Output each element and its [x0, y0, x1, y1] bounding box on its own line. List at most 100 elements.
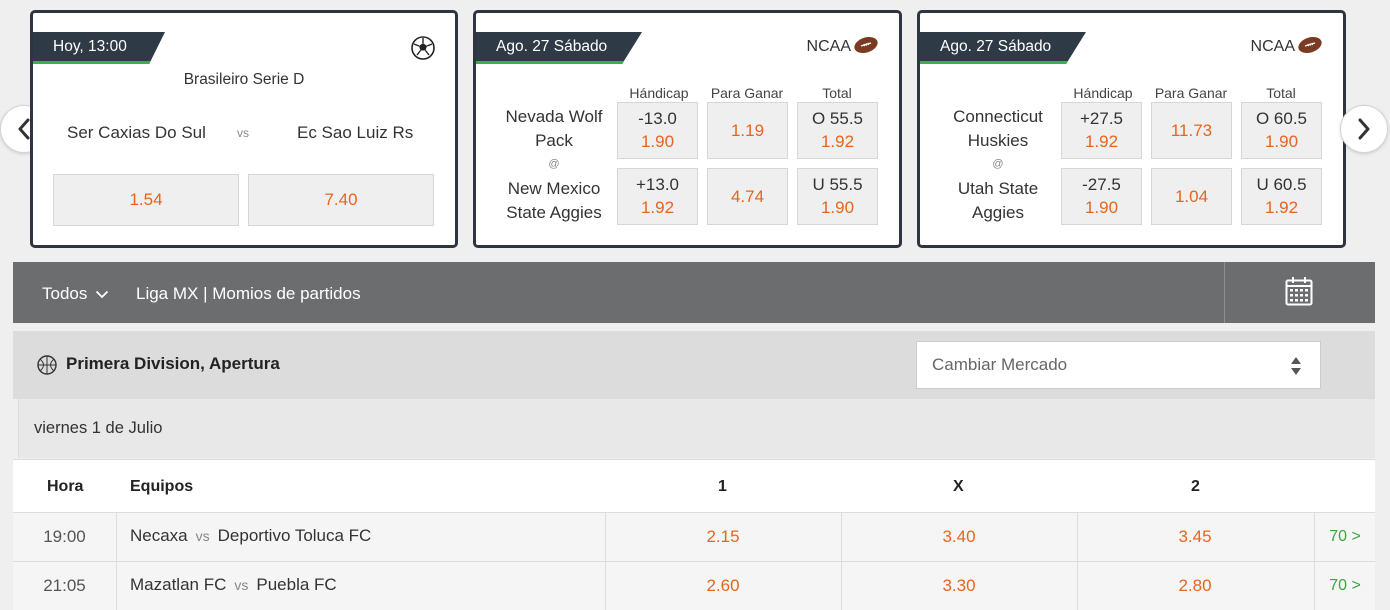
event-date-tag: Ago. 27 Sábado	[920, 32, 1086, 64]
team-1-name: Nevada Wolf Pack	[505, 107, 603, 150]
odd-draw-button[interactable]: 3.30	[841, 562, 1076, 610]
competition-header: Primera Division, Apertura Cambiar Merca…	[13, 331, 1375, 399]
american-football-icon	[1297, 36, 1323, 59]
total-over-odd[interactable]: O 60.5 1.90	[1241, 102, 1322, 159]
event-date-tag: Ago. 27 Sábado	[476, 32, 642, 64]
chevron-down-icon	[96, 290, 109, 298]
sort-arrows-icon	[1291, 357, 1301, 375]
odd-home-button[interactable]: 2.15	[605, 513, 840, 561]
handicap-line: +27.5	[1079, 108, 1123, 128]
featured-events-carousel: Hoy, 13:00 Brasileiro Serie D Ser Caxias…	[0, 0, 1390, 255]
odd-home-button[interactable]: 2.60	[605, 562, 840, 610]
col-header-para-ganar: Para Ganar	[710, 85, 784, 101]
chevron-right-icon	[1358, 118, 1370, 140]
header-x: X	[953, 478, 964, 495]
vs-label: vs	[234, 577, 249, 593]
divider	[1224, 262, 1225, 323]
team-2-name: New Mexico State Aggies	[506, 179, 602, 222]
at-label: @	[548, 158, 560, 170]
total-price: 1.92	[1264, 197, 1299, 217]
handicap-line: -27.5	[1082, 174, 1121, 194]
filter-bar: Todos Liga MX | Momios de partidos	[13, 262, 1375, 323]
vs-label: vs	[237, 126, 249, 140]
match-teams[interactable]: Mazatlan FC vs Puebla FC	[130, 575, 337, 595]
home-team: Mazatlan FC	[130, 575, 227, 594]
todos-dropdown[interactable]: Todos	[42, 284, 109, 304]
moneyline-odd-team-2[interactable]: 1.04	[1151, 168, 1232, 225]
more-markets-link[interactable]: 70 >	[1314, 562, 1375, 610]
col-header-total: Total	[822, 85, 852, 101]
carousel-next-button[interactable]	[1340, 105, 1388, 153]
moneyline-price: 1.19	[730, 120, 765, 140]
market-select-label: Cambiar Mercado	[932, 355, 1068, 374]
header-hora: Hora	[47, 478, 84, 495]
home-odd-button[interactable]: 1.54	[53, 174, 239, 226]
moneyline-odd-team-1[interactable]: 11.73	[1151, 102, 1232, 159]
handicap-odd-team-2[interactable]: -27.5 1.90	[1061, 168, 1142, 225]
odds-table-header: Hora Equipos 1 X 2	[13, 459, 1375, 513]
handicap-price: 1.90	[1084, 197, 1119, 217]
handicap-line: +13.0	[635, 174, 679, 194]
handicap-price: 1.92	[640, 197, 675, 217]
moneyline-odd-team-1[interactable]: 1.19	[707, 102, 788, 159]
todos-label: Todos	[42, 284, 88, 303]
team-2-name: Utah State Aggies	[957, 179, 1039, 222]
total-line: O 55.5	[811, 108, 864, 128]
calendar-button[interactable]	[1285, 276, 1313, 311]
more-markets-link[interactable]: 70 >	[1314, 513, 1375, 561]
handicap-odd-team-2[interactable]: +13.0 1.92	[617, 168, 698, 225]
match-date: viernes 1 de Julio	[34, 419, 163, 437]
league-name: NCAA	[806, 38, 851, 55]
page-title: Liga MX | Momios de partidos	[136, 284, 361, 303]
odd-draw-button[interactable]: 3.40	[841, 513, 1076, 561]
total-price: 1.90	[820, 197, 855, 217]
table-row: 21:05 Mazatlan FC vs Puebla FC 2.60 3.30 2…	[13, 561, 1375, 610]
total-over-odd[interactable]: O 55.5 1.92	[797, 102, 878, 159]
col-header-handicap: Hándicap	[629, 85, 689, 101]
handicap-line: -13.0	[638, 108, 677, 128]
home-team: Ser Caxias Do Sul	[67, 123, 206, 142]
odd-away-button[interactable]: 3.45	[1077, 513, 1312, 561]
home-team: Necaxa	[130, 526, 188, 545]
header-equipos: Equipos	[130, 478, 194, 495]
calendar-icon	[1285, 277, 1313, 306]
moneyline-price: 11.73	[1170, 120, 1213, 140]
total-price: 1.92	[820, 131, 855, 151]
league-name: Brasileiro Serie D	[183, 71, 305, 88]
chevron-left-icon	[18, 118, 30, 140]
moneyline-odd-team-2[interactable]: 4.74	[707, 168, 788, 225]
moneyline-price: 1.04	[1174, 186, 1209, 206]
total-line: O 60.5	[1255, 108, 1308, 128]
match-teams[interactable]: Necaxa vs Deportivo Toluca FC	[130, 526, 371, 546]
market-select[interactable]: Cambiar Mercado	[916, 341, 1321, 389]
event-date-tag: Hoy, 13:00	[33, 32, 165, 64]
event-card-ncaa-2: Ago. 27 Sábado NCAA Hándicap Para Ganar …	[917, 10, 1346, 248]
handicap-odd-team-1[interactable]: +27.5 1.92	[1061, 102, 1142, 159]
handicap-odd-team-1[interactable]: -13.0 1.90	[617, 102, 698, 159]
handicap-price: 1.90	[640, 131, 675, 151]
away-odd-button[interactable]: 7.40	[248, 174, 434, 226]
match-time: 19:00	[13, 513, 117, 561]
col-header-para-ganar: Para Ganar	[1154, 85, 1228, 101]
total-under-odd[interactable]: U 55.5 1.90	[797, 168, 878, 225]
handicap-price: 1.92	[1084, 131, 1119, 151]
header-2: 2	[1191, 478, 1200, 495]
odd-away-button[interactable]: 2.80	[1077, 562, 1312, 610]
away-team: Deportivo Toluca FC	[217, 526, 372, 545]
moneyline-price: 4.74	[730, 186, 765, 206]
league-name: NCAA	[1250, 38, 1295, 55]
col-header-total: Total	[1266, 85, 1296, 101]
team-1-name: Connecticut Huskies	[953, 107, 1043, 150]
american-football-icon	[853, 36, 879, 59]
total-line: U 60.5	[1256, 174, 1307, 194]
match-time: 21:05	[13, 562, 117, 610]
soccer-ball-icon	[34, 355, 60, 380]
soccer-ball-icon	[411, 36, 435, 65]
header-1: 1	[718, 478, 727, 495]
total-line: U 55.5	[812, 174, 863, 194]
total-under-odd[interactable]: U 60.5 1.92	[1241, 168, 1322, 225]
competition-title: Primera Division, Apertura	[66, 354, 280, 373]
vs-label: vs	[195, 528, 210, 544]
away-team: Ec Sao Luiz Rs	[297, 123, 414, 142]
match-date-header: viernes 1 de Julio	[18, 399, 1375, 458]
